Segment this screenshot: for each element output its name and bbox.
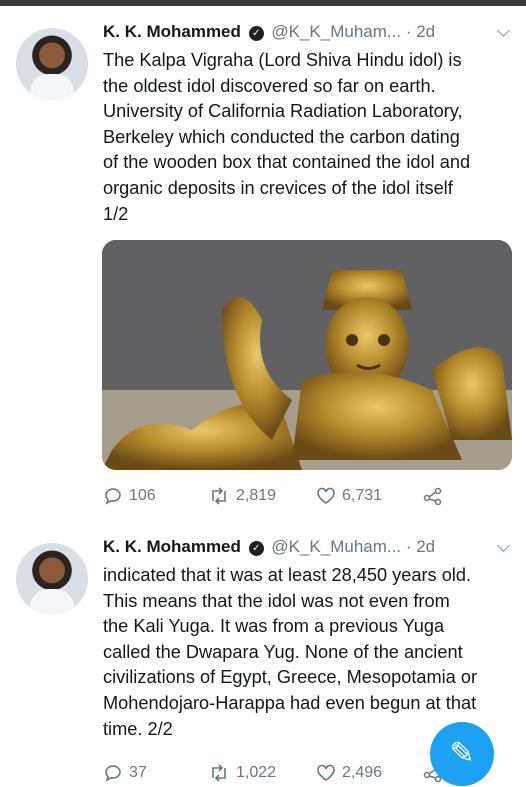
like-button[interactable]: 2,496 <box>316 761 382 785</box>
separator: · <box>405 537 412 556</box>
heart-icon <box>317 487 335 504</box>
chevron-down-icon[interactable] <box>497 539 510 552</box>
timestamp[interactable]: 2d <box>416 537 435 556</box>
tweet-actions: 106 2,819 6,731 <box>103 484 516 508</box>
retweet-button[interactable]: 2,819 <box>208 484 276 508</box>
share-icon <box>423 487 442 506</box>
retweet-button[interactable]: 1,022 <box>208 761 276 785</box>
retweet-icon <box>212 487 226 505</box>
verified-badge-icon: ✓ <box>248 541 264 556</box>
compose-tweet-button[interactable]: ✎ <box>430 722 494 786</box>
compose-tweet-icon: ✎ <box>449 737 475 770</box>
chevron-down-icon[interactable] <box>497 24 510 37</box>
heart-icon <box>317 764 335 781</box>
verified-badge-icon: ✓ <box>248 26 264 41</box>
author-name[interactable]: K. K. Mohammed <box>103 537 241 556</box>
idol-image <box>102 240 512 470</box>
tweet-text: The Kalpa Vigraha (Lord Shiva Hindu idol… <box>103 50 471 224</box>
author-handle[interactable]: @K_K_Muham... <box>271 22 401 41</box>
tweet-header: K. K. Mohammed ✓ @K_K_Muham... · 2d <box>103 22 512 48</box>
tweet-header: K. K. Mohammed ✓ @K_K_Muham... · 2d <box>103 537 512 563</box>
reply-icon <box>105 488 121 505</box>
reply-icon <box>105 765 121 782</box>
tweet-text: indicated that it was at least 28,450 ye… <box>103 565 478 739</box>
tweet-image[interactable] <box>102 240 512 470</box>
avatar[interactable] <box>16 28 88 100</box>
like-count: 2,496 <box>342 764 383 781</box>
share-button[interactable] <box>423 484 443 508</box>
like-count: 6,731 <box>342 487 383 504</box>
retweet-icon <box>212 764 226 782</box>
like-button[interactable]: 6,731 <box>316 484 382 508</box>
reply-count: 37 <box>129 764 147 781</box>
tweet-1[interactable]: K. K. Mohammed ✓ @K_K_Muham... · 2d The … <box>0 22 526 512</box>
timestamp[interactable]: 2d <box>416 22 435 41</box>
author-handle[interactable]: @K_K_Muham... <box>271 537 401 556</box>
reply-count: 106 <box>129 487 156 504</box>
top-edge <box>0 0 526 6</box>
avatar[interactable] <box>16 543 88 615</box>
reply-button[interactable]: 37 <box>103 761 147 785</box>
separator: · <box>405 22 412 41</box>
author-name[interactable]: K. K. Mohammed <box>103 22 241 41</box>
reply-button[interactable]: 106 <box>103 484 156 508</box>
retweet-count: 1,022 <box>236 764 277 781</box>
retweet-count: 2,819 <box>236 487 277 504</box>
